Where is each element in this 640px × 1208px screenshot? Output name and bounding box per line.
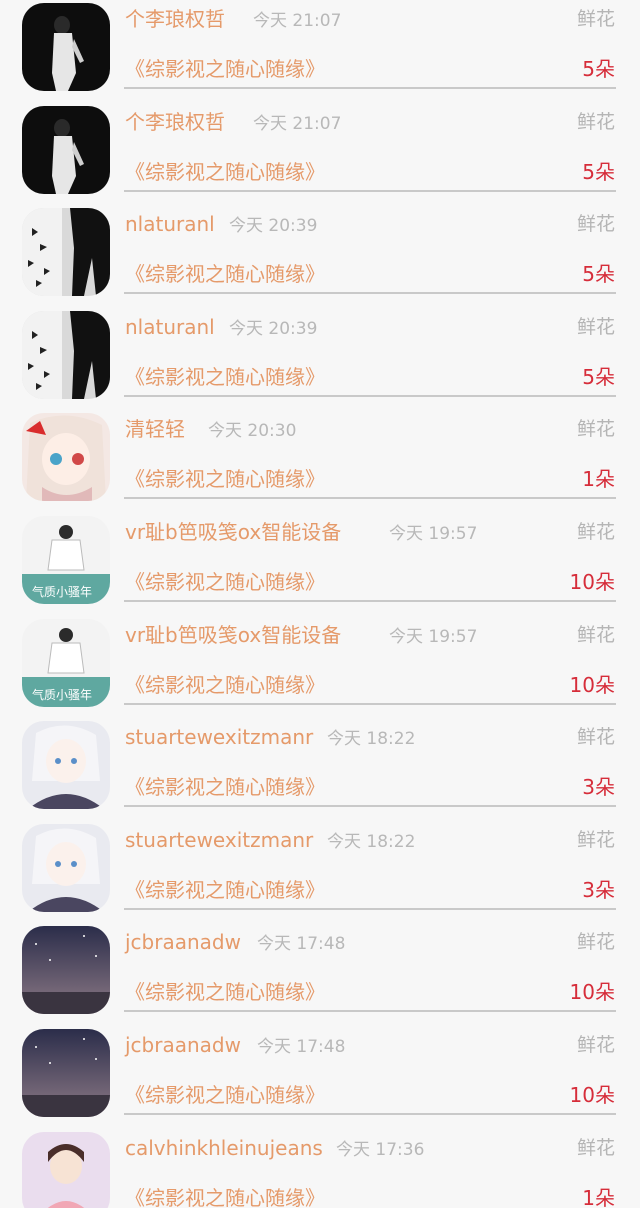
timestamp: 今天 20:39 xyxy=(229,319,318,339)
butterflies-avatar-icon[interactable] xyxy=(22,208,110,296)
work-title-link[interactable]: 《综影视之随心随缘》 xyxy=(125,160,325,184)
list-item[interactable]: jcbraanadw 今天 17:48 鲜花《综影视之随心随缘》 10朵 xyxy=(0,1027,640,1129)
row-divider xyxy=(124,1010,616,1012)
timestamp: 今天 20:30 xyxy=(208,421,297,441)
gift-type: 鲜花 xyxy=(576,213,615,235)
gift-type: 鲜花 xyxy=(576,111,615,133)
fashion-avatar-icon[interactable]: 气质小骚年 xyxy=(22,516,110,604)
list-item[interactable]: 清轻轻 今天 20:30 鲜花《综影视之随心随缘》 1朵 xyxy=(0,411,640,513)
gift-count: 5朵 xyxy=(582,365,615,389)
username[interactable]: stuartewexitzmanr xyxy=(125,725,313,749)
work-title-link[interactable]: 《综影视之随心随缘》 xyxy=(125,1083,325,1107)
anime-boy-avatar-icon[interactable] xyxy=(22,824,110,912)
row-divider xyxy=(124,190,616,192)
list-item[interactable]: stuartewexitzmanr 今天 18:22 鲜花《综影视之随心随缘》 3朵 xyxy=(0,822,640,924)
username[interactable]: nlaturanl xyxy=(125,212,215,236)
gift-type: 鲜花 xyxy=(576,1137,615,1159)
gift-count: 5朵 xyxy=(582,160,615,184)
svg-text:气质小骚年: 气质小骚年 xyxy=(32,687,92,702)
anime-boy-avatar-icon[interactable] xyxy=(22,721,110,809)
gift-count: 3朵 xyxy=(582,775,615,799)
username[interactable]: 清轻轻 xyxy=(125,417,185,441)
night-sky-avatar-icon[interactable] xyxy=(22,1029,110,1117)
row-divider xyxy=(124,805,616,807)
anime-girl-avatar-icon[interactable] xyxy=(22,413,110,501)
timestamp: 今天 21:07 xyxy=(253,11,342,31)
row-divider xyxy=(124,395,616,397)
row-divider xyxy=(124,703,616,705)
row-divider xyxy=(124,1113,616,1115)
timestamp: 今天 21:07 xyxy=(253,114,342,134)
list-item[interactable]: nlaturanl 今天 20:39 鲜花《综影视之随心随缘》 5朵 xyxy=(0,309,640,411)
gift-count: 10朵 xyxy=(569,570,615,594)
work-title-link[interactable]: 《综影视之随心随缘》 xyxy=(125,673,325,697)
timestamp: 今天 19:57 xyxy=(389,627,478,647)
work-title-link[interactable]: 《综影视之随心随缘》 xyxy=(125,570,325,594)
gift-count: 5朵 xyxy=(582,57,615,81)
gift-count: 10朵 xyxy=(569,673,615,697)
work-title-link[interactable]: 《综影视之随心随缘》 xyxy=(125,775,325,799)
list-item[interactable]: stuartewexitzmanr 今天 18:22 鲜花《综影视之随心随缘》 3朵 xyxy=(0,719,640,821)
timestamp: 今天 18:22 xyxy=(327,729,416,749)
gift-type: 鲜花 xyxy=(576,931,615,953)
gift-count: 1朵 xyxy=(582,467,615,491)
username[interactable]: vr耻b笆吸笺ox智能设备 xyxy=(125,623,341,647)
list-item[interactable]: 气质小骚年 vr耻b笆吸笺ox智能设备 今天 19:57 鲜花《综影视之随心随缘》 10… xyxy=(0,514,640,616)
row-divider xyxy=(124,497,616,499)
gift-type: 鲜花 xyxy=(576,521,615,543)
cartoon-girl-avatar-icon[interactable] xyxy=(22,1132,110,1208)
gift-count: 10朵 xyxy=(569,1083,615,1107)
gift-type: 鲜花 xyxy=(576,8,615,30)
fashion-avatar-icon[interactable]: 气质小骚年 xyxy=(22,619,110,707)
gift-type: 鲜花 xyxy=(576,726,615,748)
list-item[interactable]: nlaturanl 今天 20:39 鲜花《综影视之随心随缘》 5朵 xyxy=(0,206,640,308)
work-title-link[interactable]: 《综影视之随心随缘》 xyxy=(125,1186,325,1208)
gift-count: 1朵 xyxy=(582,1186,615,1208)
timestamp: 今天 17:36 xyxy=(336,1140,425,1160)
row-divider xyxy=(124,87,616,89)
work-title-link[interactable]: 《综影视之随心随缘》 xyxy=(125,467,325,491)
username[interactable]: nlaturanl xyxy=(125,315,215,339)
row-divider xyxy=(124,600,616,602)
gift-type: 鲜花 xyxy=(576,1034,615,1056)
work-title-link[interactable]: 《综影视之随心随缘》 xyxy=(125,980,325,1004)
night-sky-avatar-icon[interactable] xyxy=(22,926,110,1014)
username[interactable]: calvhinkhleinujeans xyxy=(125,1136,323,1160)
username[interactable]: vr耻b笆吸笺ox智能设备 xyxy=(125,520,341,544)
row-divider xyxy=(124,292,616,294)
timestamp: 今天 17:48 xyxy=(257,1037,346,1057)
list-item[interactable]: 气质小骚年 vr耻b笆吸笺ox智能设备 今天 19:57 鲜花《综影视之随心随缘》 10… xyxy=(0,617,640,719)
gift-type: 鲜花 xyxy=(576,418,615,440)
gift-count: 3朵 xyxy=(582,878,615,902)
dark-figure-avatar-icon[interactable] xyxy=(22,3,110,91)
gift-type: 鲜花 xyxy=(576,829,615,851)
username[interactable]: 个李琅权哲 xyxy=(125,7,225,31)
work-title-link[interactable]: 《综影视之随心随缘》 xyxy=(125,57,325,81)
work-title-link[interactable]: 《综影视之随心随缘》 xyxy=(125,878,325,902)
gift-type: 鲜花 xyxy=(576,316,615,338)
username[interactable]: 个李琅权哲 xyxy=(125,110,225,134)
gift-record-list: 个李琅权哲 今天 21:07 鲜花 《综影视之随心随缘》 5朵 个李琅权哲 今天 21:07… xyxy=(0,0,640,1208)
list-item[interactable]: 个李琅权哲 今天 21:07 鲜花《综影视之随心随缘》 5朵 xyxy=(0,1,640,103)
work-title-link[interactable]: 《综影视之随心随缘》 xyxy=(125,262,325,286)
gift-count: 10朵 xyxy=(569,980,615,1004)
list-item[interactable]: calvhinkhleinujeans 今天 17:36 鲜花《综影视之随心随缘》 1… xyxy=(0,1130,640,1208)
work-title-link[interactable]: 《综影视之随心随缘》 xyxy=(125,365,325,389)
timestamp: 今天 18:22 xyxy=(327,832,416,852)
svg-text:气质小骚年: 气质小骚年 xyxy=(32,584,92,599)
dark-figure-avatar-icon[interactable] xyxy=(22,106,110,194)
list-item[interactable]: 个李琅权哲 今天 21:07 鲜花《综影视之随心随缘》 5朵 xyxy=(0,104,640,206)
username[interactable]: jcbraanadw xyxy=(125,930,241,954)
timestamp: 今天 20:39 xyxy=(229,216,318,236)
timestamp: 今天 17:48 xyxy=(257,934,346,954)
timestamp: 今天 19:57 xyxy=(389,524,478,544)
butterflies-avatar-icon[interactable] xyxy=(22,311,110,399)
list-item[interactable]: jcbraanadw 今天 17:48 鲜花《综影视之随心随缘》 10朵 xyxy=(0,924,640,1026)
gift-count: 5朵 xyxy=(582,262,615,286)
username[interactable]: jcbraanadw xyxy=(125,1033,241,1057)
row-divider xyxy=(124,908,616,910)
username[interactable]: stuartewexitzmanr xyxy=(125,828,313,852)
gift-type: 鲜花 xyxy=(576,624,615,646)
